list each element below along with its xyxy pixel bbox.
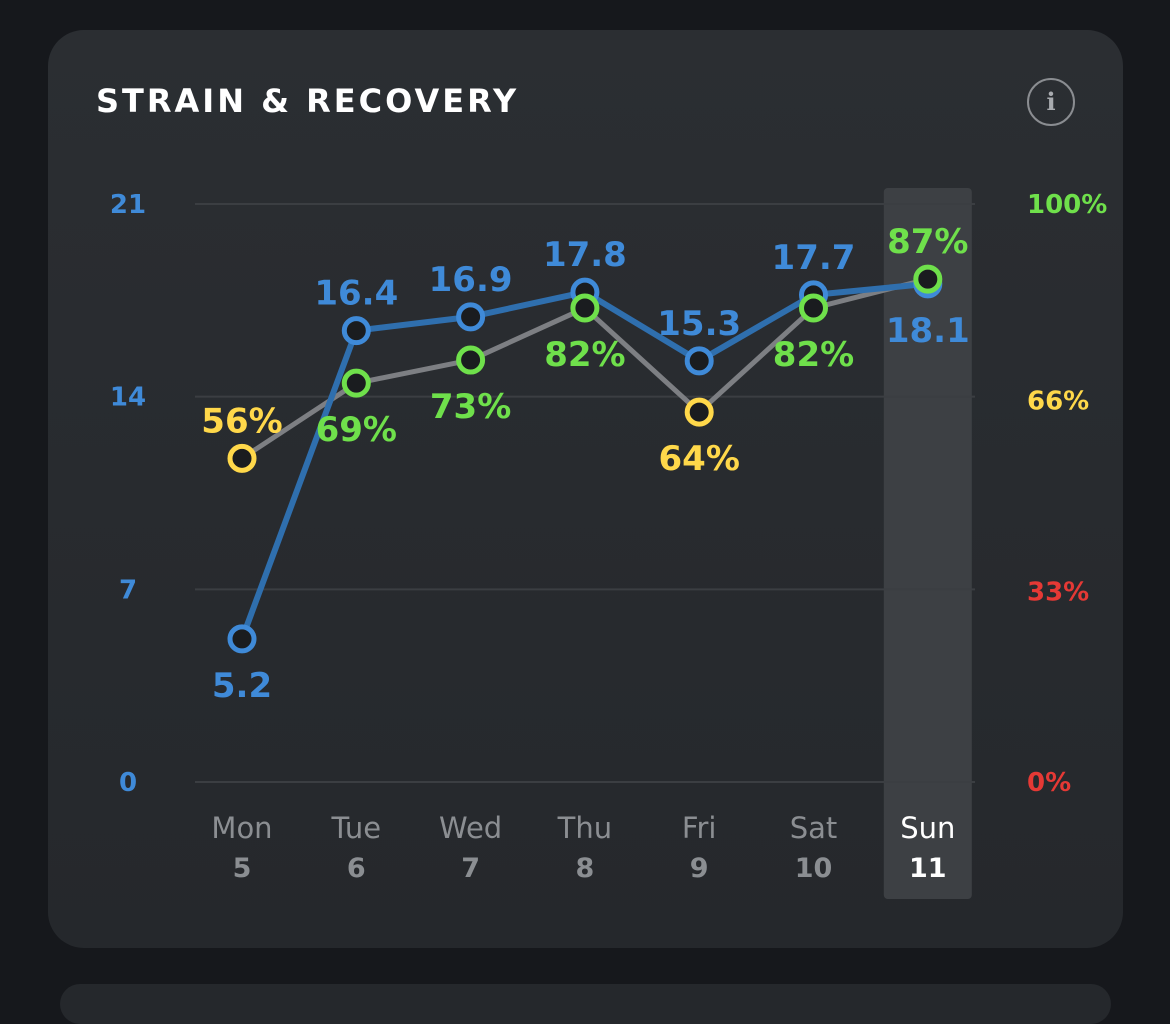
day-number-label: 10: [795, 853, 833, 884]
recovery-point: [913, 264, 943, 294]
strain-data-label: 15.3: [657, 304, 741, 344]
next-card: [60, 984, 1111, 1024]
strain-point: [456, 302, 486, 332]
day-number-label: 11: [909, 853, 947, 884]
strain-point: [684, 346, 714, 376]
recovery-data-label: 56%: [201, 401, 282, 441]
strain-data-label: 18.1: [886, 311, 970, 351]
strain-point: [341, 316, 371, 346]
day-number-label: 9: [690, 853, 709, 884]
day-name-label: Wed: [439, 811, 502, 845]
right-axis-tick-label: 100%: [1027, 190, 1107, 220]
recovery-data-label: 87%: [887, 222, 968, 262]
left-axis-tick-label: 14: [110, 383, 146, 413]
recovery-data-label: 82%: [773, 335, 854, 375]
recovery-point: [799, 293, 828, 323]
strain-data-label: 16.9: [429, 260, 513, 300]
recovery-point: [684, 397, 714, 427]
day-number-label: 7: [461, 853, 480, 884]
recovery-point: [570, 293, 600, 323]
right-axis-tick-label: 66%: [1027, 387, 1089, 417]
left-axis-tick-label: 0: [119, 768, 137, 798]
strain-data-label: 17.7: [772, 238, 856, 278]
day-number-label: 8: [576, 853, 595, 884]
day-number-label: 5: [233, 853, 252, 884]
day-number-label: 6: [347, 853, 366, 884]
right-axis-tick-label: 33%: [1027, 577, 1089, 607]
recovery-point: [227, 443, 257, 473]
strain-point: [227, 624, 257, 654]
strain-data-label: 5.2: [212, 666, 272, 706]
recovery-point: [456, 345, 486, 375]
day-name-label: Mon: [211, 811, 272, 845]
left-axis-tick-label: 7: [119, 575, 137, 605]
day-name-label: Sat: [790, 811, 838, 845]
recovery-data-label: 64%: [659, 439, 740, 479]
day-name-label: Sun: [900, 811, 955, 845]
strain-data-label: 16.4: [314, 274, 398, 314]
strain-data-label: 17.8: [543, 235, 627, 275]
recovery-data-label: 73%: [430, 387, 511, 427]
recovery-data-label: 69%: [316, 410, 397, 450]
recovery-point: [341, 368, 371, 398]
left-axis-tick-label: 21: [110, 190, 146, 220]
recovery-data-label: 82%: [544, 335, 625, 375]
right-axis-tick-label: 0%: [1027, 768, 1071, 798]
strain-recovery-chart: 21 14 7 0 100% 66% 33% 0% 5.2 16.4 16.9 17.8 15.3 17.…: [110, 188, 1107, 899]
day-name-label: Tue: [331, 811, 382, 845]
day-name-label: Fri: [682, 811, 717, 845]
day-name-label: Thu: [557, 811, 612, 845]
